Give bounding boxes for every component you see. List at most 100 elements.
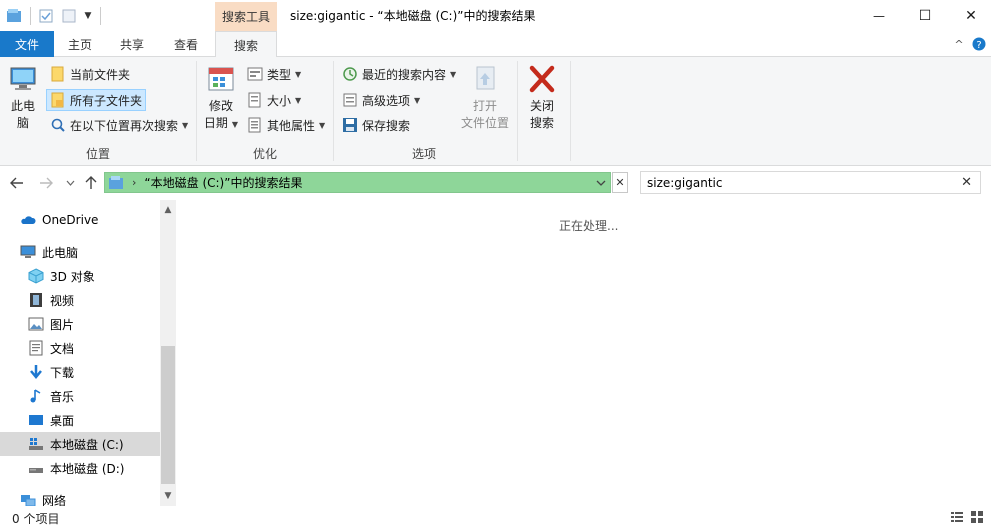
back-button[interactable] (8, 175, 26, 191)
quick-access-divider-2 (100, 7, 101, 25)
this-pc-button[interactable]: 此电 脑 (6, 63, 40, 132)
nav-item-desktop[interactable]: 桌面 (28, 408, 160, 432)
other-properties-button[interactable]: 其他属性 ▼ (244, 114, 328, 136)
back-arrow-icon (10, 177, 23, 189)
desktop-icon (29, 415, 43, 425)
music-note-icon (30, 389, 41, 403)
kind-button[interactable]: 类型 ▼ (244, 63, 304, 85)
nav-label-local-disk-d: 本地磁盘 (D:) (50, 461, 125, 476)
nav-item-onedrive[interactable]: OneDrive (20, 208, 160, 232)
tab-share[interactable]: 共享 (108, 31, 156, 57)
date-modified-label-1: 修改 (208, 99, 233, 113)
advanced-options-button[interactable]: 高级选项 ▼ (339, 89, 423, 111)
nav-item-videos[interactable]: 视频 (28, 288, 160, 312)
item-count: 0 个项目 (12, 512, 60, 526)
details-view-icon[interactable] (950, 510, 964, 524)
nav-item-local-disk-c[interactable]: 本地磁盘 (C:) (0, 432, 160, 456)
size-button[interactable]: 大小 ▼ (244, 89, 304, 111)
clear-search-icon[interactable]: ✕ (961, 175, 972, 190)
search-box[interactable]: ✕ (640, 171, 981, 194)
nav-label-downloads: 下载 (50, 365, 75, 380)
search-tools-context-label: 搜索工具 (215, 2, 277, 31)
nav-item-3d-objects[interactable]: 3D 对象 (28, 264, 160, 288)
nav-item-local-disk-d[interactable]: 本地磁盘 (D:) (28, 456, 160, 480)
other-properties-dropdown-icon: ▼ (319, 120, 326, 130)
scroll-thumb[interactable] (161, 346, 175, 484)
close-button[interactable]: ✕ (948, 0, 991, 31)
cube-icon (28, 268, 44, 284)
tab-search[interactable]: 搜索 (215, 31, 277, 58)
tab-view[interactable]: 查看 (162, 31, 210, 57)
this-pc-label-1: 此电 (10, 99, 35, 113)
nav-label-videos: 视频 (50, 293, 75, 308)
stop-search-button[interactable]: ✕ (612, 172, 628, 193)
save-search-button[interactable]: 保存搜索 (339, 114, 413, 136)
close-search-icon (529, 65, 555, 93)
all-subfolders-button[interactable]: 所有子文件夹 (46, 89, 147, 111)
explorer-app-icon[interactable] (6, 7, 22, 25)
size-icon (248, 92, 261, 108)
customize-quick-access-icon[interactable]: ▼ (82, 7, 94, 25)
recent-locations-dropdown[interactable] (61, 175, 79, 191)
document-icon (29, 340, 43, 356)
quick-access-divider (30, 7, 31, 25)
computer-icon (20, 245, 36, 258)
nav-label-this-pc: 此电脑 (42, 245, 79, 260)
close-search-button[interactable]: 关闭 搜索 (522, 63, 562, 132)
breadcrumb-chevron-icon[interactable]: › (132, 176, 136, 189)
nav-label-documents: 文档 (50, 341, 75, 356)
properties-list-icon (248, 117, 261, 133)
nav-item-music[interactable]: 音乐 (28, 384, 160, 408)
film-icon (30, 293, 42, 307)
forward-button[interactable] (37, 175, 55, 191)
open-file-location-button[interactable]: 打开 文件位置 (457, 63, 513, 132)
search-input[interactable] (647, 175, 947, 190)
ribbon-tab-bar: 文件 主页 共享 查看 搜索 ^ ? (0, 31, 991, 58)
current-folder-button[interactable]: 当前文件夹 (47, 63, 133, 85)
address-bar[interactable]: › “本地磁盘 (C:)”中的搜索结果 (104, 172, 611, 193)
collapse-ribbon-icon[interactable]: ^ (952, 31, 966, 57)
tab-home[interactable]: 主页 (56, 31, 104, 57)
properties-icon[interactable] (38, 7, 54, 25)
maximize-button[interactable]: ☐ (902, 0, 948, 31)
date-modified-label-2: 日期 ▼ (203, 116, 239, 130)
subfolders-icon (51, 92, 64, 108)
recent-searches-dropdown-icon: ▼ (450, 69, 457, 79)
scroll-up-icon[interactable]: ▲ (160, 202, 176, 218)
nav-label-local-disk-c: 本地磁盘 (C:) (50, 437, 124, 452)
minimize-button[interactable]: — (856, 0, 902, 31)
kind-dropdown-icon: ▼ (295, 69, 302, 79)
location-group-label: 位置 (85, 147, 110, 161)
nav-item-pictures[interactable]: 图片 (28, 312, 160, 336)
large-icons-view-icon[interactable] (970, 510, 984, 524)
search-again-in-button[interactable]: 在以下位置再次搜索 ▼ (47, 114, 191, 136)
tab-file[interactable]: 文件 (0, 31, 54, 57)
new-folder-icon[interactable] (61, 7, 77, 25)
nav-item-this-pc[interactable]: 此电脑 (20, 240, 160, 264)
processing-message: 正在处理... (559, 219, 619, 233)
chevron-down-icon (66, 180, 74, 186)
help-icon[interactable]: ? (972, 31, 986, 57)
save-icon (343, 118, 357, 132)
ribbon-panel: 此电 脑 当前文件夹 所有子文件夹 在以下位置再次搜索 ▼ 位置 修改 日期 ▼ … (0, 57, 991, 166)
date-modified-button[interactable]: 修改 日期 ▼ (201, 63, 241, 133)
open-location-icon (476, 66, 495, 90)
address-path: “本地磁盘 (C:)”中的搜索结果 (144, 176, 303, 190)
search-again-dropdown-icon: ▼ (182, 120, 189, 130)
address-history-dropdown[interactable] (596, 176, 606, 190)
nav-label-music: 音乐 (50, 389, 75, 404)
folder-icon (51, 66, 64, 82)
scroll-down-icon[interactable]: ▼ (160, 488, 176, 504)
nav-item-documents[interactable]: 文档 (28, 336, 160, 360)
size-dropdown-icon: ▼ (295, 95, 302, 105)
recent-searches-button[interactable]: 最近的搜索内容 ▼ (339, 63, 459, 85)
size-label: 大小 (267, 93, 292, 108)
picture-icon (28, 317, 44, 331)
nav-item-downloads[interactable]: 下载 (28, 360, 160, 384)
forward-arrow-icon (40, 177, 53, 189)
group-divider (570, 61, 571, 161)
close-search-label-2: 搜索 (529, 116, 554, 130)
nav-pane-scrollbar[interactable]: ▲ ▼ (160, 200, 176, 506)
up-button[interactable] (82, 175, 100, 191)
window-title: size:gigantic - “本地磁盘 (C:)”中的搜索结果 (290, 9, 536, 23)
